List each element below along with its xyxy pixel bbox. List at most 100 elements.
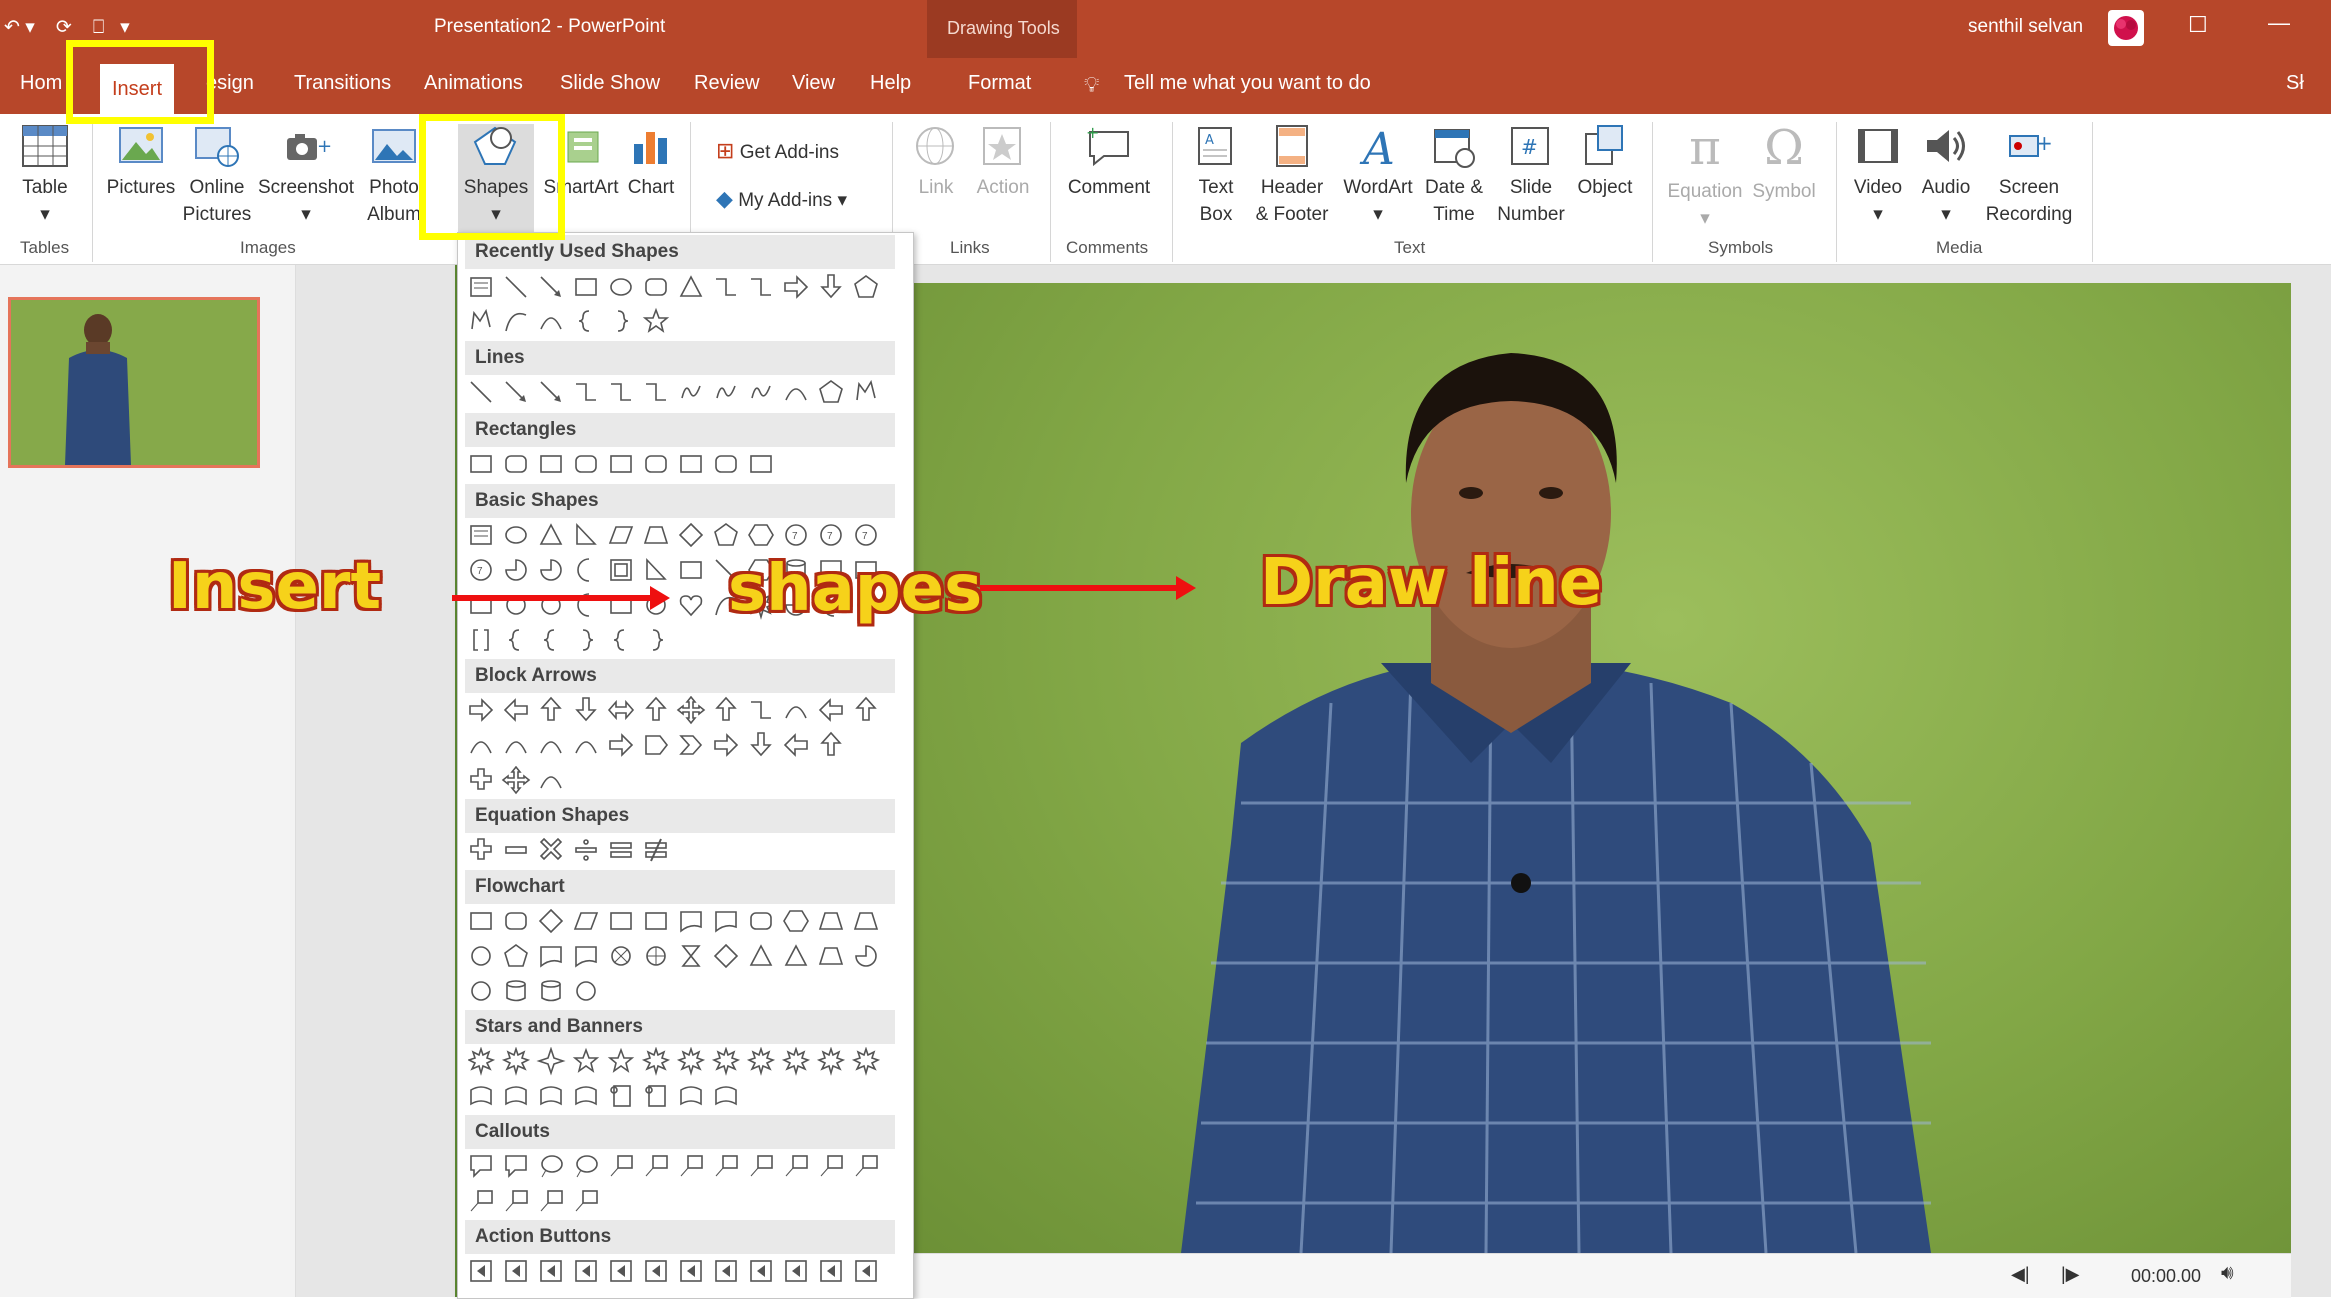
uarrow-shape-icon[interactable] [540, 696, 562, 721]
recently-used-shapes-row[interactable] [468, 307, 898, 337]
cyl-shape-icon[interactable] [541, 980, 561, 1002]
elbow-shape-icon[interactable] [576, 383, 596, 401]
ovcall-shape-icon[interactable] [576, 1155, 598, 1178]
arrowline-shape-icon[interactable] [540, 276, 561, 297]
elbow-shape-icon[interactable] [716, 278, 736, 296]
rarrow-shape-icon[interactable] [784, 275, 809, 299]
block-arrows-row[interactable] [468, 731, 898, 761]
avatar[interactable] [2108, 10, 2144, 46]
plus-shape-icon[interactable] [470, 838, 492, 860]
tab-animations[interactable]: Animations [424, 72, 523, 95]
larrow-shape-icon[interactable] [783, 733, 808, 757]
tell-me-search[interactable]: Tell me what you want to do [1124, 72, 1371, 95]
comment-button[interactable]: + Comment [1064, 124, 1154, 201]
btn-shape-icon[interactable] [540, 1260, 562, 1282]
burst-shape-icon[interactable] [746, 1047, 776, 1076]
linecall-shape-icon[interactable] [575, 1190, 598, 1212]
pent-shape-icon[interactable] [714, 523, 738, 546]
hex-shape-icon[interactable] [783, 910, 809, 932]
plus-shape-icon[interactable] [470, 768, 492, 790]
arc-shape-icon[interactable] [785, 388, 807, 401]
num-shape-icon[interactable]: 7 [470, 559, 492, 581]
num-shape-icon[interactable]: 7 [855, 524, 877, 546]
lrarrow-shape-icon[interactable] [607, 699, 635, 721]
darrow-shape-icon[interactable] [820, 274, 842, 299]
quick-access-toolbar[interactable]: ↶ ▾ ⟳ ⎕ ▾ [4, 16, 130, 39]
line-shape-icon[interactable] [505, 276, 527, 298]
dia-shape-icon[interactable] [713, 943, 739, 969]
trap-shape-icon[interactable] [643, 526, 669, 544]
minus-shape-icon[interactable] [505, 846, 527, 854]
free-shape-icon[interactable] [856, 379, 876, 401]
rarrow-shape-icon[interactable] [469, 698, 494, 722]
action-buttons-row[interactable] [468, 1257, 898, 1287]
banners-row[interactable] [468, 1082, 898, 1112]
ocirc-shape-icon[interactable] [611, 946, 631, 966]
btn-shape-icon[interactable] [505, 1260, 527, 1282]
slide-thumbnail-1[interactable] [8, 297, 260, 468]
chev-shape-icon[interactable] [679, 735, 703, 755]
brace-shape-icon[interactable] [613, 629, 625, 651]
brace-shape-icon[interactable] [543, 629, 555, 651]
linecall-shape-icon[interactable] [785, 1155, 808, 1177]
previous-frame-icon[interactable]: ◀︎| [2011, 1264, 2030, 1285]
doc-shape-icon[interactable] [540, 946, 562, 968]
btn-shape-icon[interactable] [750, 1260, 772, 1282]
banner-shape-icon[interactable] [575, 1086, 597, 1106]
scroll-shape-icon[interactable] [645, 1085, 666, 1107]
rrect-shape-icon[interactable] [645, 278, 667, 296]
rbrace-shape-icon[interactable] [652, 629, 664, 651]
btn-shape-icon[interactable] [575, 1260, 597, 1282]
star-shape-icon[interactable] [607, 1047, 635, 1073]
oval-shape-icon[interactable] [610, 278, 632, 296]
flowchart-row[interactable] [468, 907, 898, 937]
arc-shape-icon[interactable] [470, 741, 492, 754]
moon-shape-icon[interactable] [577, 558, 590, 582]
banner-shape-icon[interactable] [540, 1086, 562, 1106]
oval-shape-icon[interactable] [505, 526, 527, 544]
tab-home[interactable]: Hom [20, 72, 62, 95]
screenshot-button[interactable]: + Screenshot ▾ [256, 124, 356, 228]
num-shape-icon[interactable]: 7 [820, 524, 842, 546]
tab-format[interactable]: Format [968, 72, 1031, 95]
arc-shape-icon[interactable] [505, 741, 527, 754]
line-shape-icon[interactable] [470, 381, 492, 403]
stars-row[interactable] [468, 1047, 898, 1077]
flowchart-row[interactable] [468, 977, 898, 1007]
larrow-shape-icon[interactable] [503, 698, 528, 722]
rbrace-shape-icon[interactable] [582, 629, 594, 651]
brace-shape-icon[interactable] [578, 310, 590, 332]
online-pictures-button[interactable]: Online Pictures [182, 124, 252, 228]
banner-shape-icon[interactable] [470, 1086, 492, 1106]
rrect-shape-icon[interactable] [750, 912, 772, 930]
recently-used-shapes-row[interactable] [468, 273, 898, 303]
audio-button[interactable]: Audio ▾ [1914, 124, 1978, 228]
doc-shape-icon[interactable] [680, 911, 702, 933]
uarrow-shape-icon[interactable] [820, 731, 842, 756]
scribble-shape-icon[interactable] [751, 385, 771, 399]
burst-shape-icon[interactable] [851, 1047, 881, 1076]
banner-shape-icon[interactable] [715, 1086, 737, 1106]
uarrow-shape-icon[interactable] [855, 696, 877, 721]
flowchart-row[interactable] [468, 942, 898, 972]
rect-shape-icon[interactable] [680, 561, 702, 579]
callouts-row[interactable] [468, 1152, 898, 1182]
action-button[interactable]: Action [970, 124, 1036, 201]
tab-help[interactable]: Help [870, 72, 911, 95]
pie-shape-icon[interactable] [855, 945, 877, 967]
quad-shape-icon[interactable] [676, 696, 706, 725]
btn-shape-icon[interactable] [820, 1260, 842, 1282]
arc-shape-icon[interactable] [785, 706, 807, 719]
rarrow-shape-icon[interactable] [609, 733, 634, 757]
rect-shape-icon[interactable] [575, 278, 597, 296]
elbow-shape-icon[interactable] [646, 383, 666, 401]
burst-shape-icon[interactable] [676, 1047, 706, 1076]
equation-shapes-row[interactable] [468, 836, 898, 866]
share-button[interactable]: Sł [2286, 72, 2304, 95]
scribble-shape-icon[interactable] [681, 385, 701, 399]
rect-shape-icon[interactable] [750, 455, 772, 473]
get-addins-button[interactable]: ⊞ Get Add-ins [716, 138, 839, 164]
tab-review[interactable]: Review [694, 72, 760, 95]
burst-shape-icon[interactable] [816, 1047, 846, 1076]
tri-shape-icon[interactable] [749, 944, 773, 966]
